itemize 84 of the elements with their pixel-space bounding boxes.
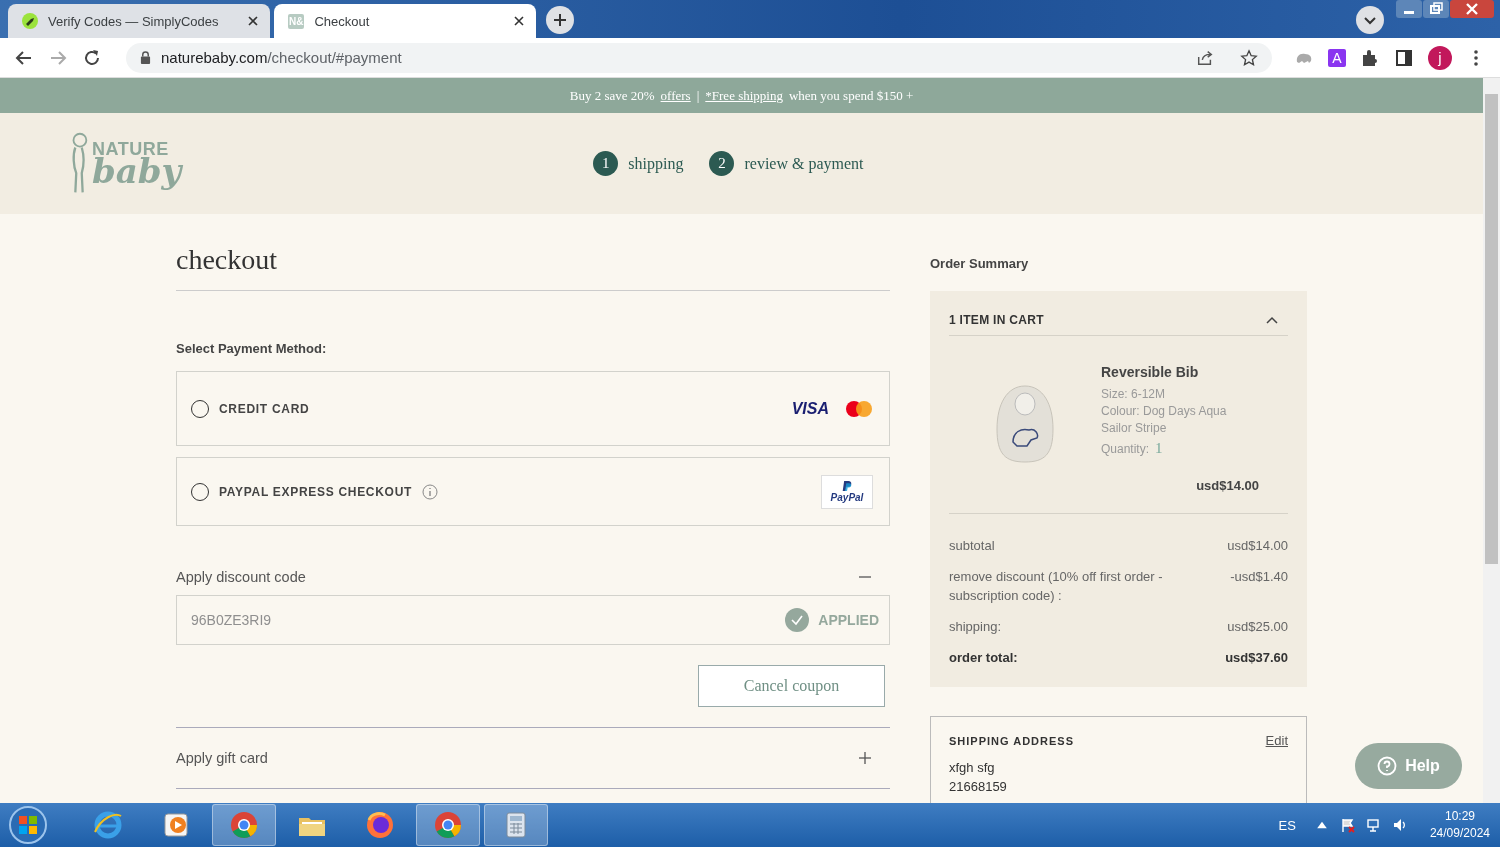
play-icon: [161, 810, 191, 840]
letter-e-icon: [93, 810, 123, 840]
promo-text: when you spend $150 +: [788, 87, 914, 104]
field-value: 96B0ZE3RI9: [191, 612, 272, 628]
quantity-value: 1: [1155, 440, 1163, 457]
date-text: 24/09/2024: [1429, 825, 1490, 842]
discount-code-field[interactable]: 96B0ZE3RI9 APPLIED: [176, 595, 890, 645]
cart-header: 1 ITEM IN CART: [949, 313, 1044, 327]
firefox-icon: [365, 810, 395, 840]
address-line: xfgh sfg: [949, 759, 996, 777]
total-label: order total:: [949, 649, 1018, 667]
chevron-up-icon[interactable]: [1266, 316, 1278, 324]
total-label: subtotal: [949, 537, 995, 555]
step-number: 1: [593, 151, 619, 176]
extension-icon[interactable]: A: [1328, 48, 1346, 67]
volume-icon[interactable]: [1391, 817, 1408, 833]
reload-icon[interactable]: [82, 47, 102, 68]
section-label: Select Payment Method:: [176, 341, 328, 356]
step-label: review & payment: [744, 154, 864, 173]
tab-title: Checkout: [314, 13, 371, 29]
tag-icon: [22, 13, 38, 29]
tab-title: Verify Codes — SimplyCodes: [48, 13, 220, 29]
separator: |: [696, 87, 700, 104]
total-label: shipping:: [949, 618, 1002, 636]
time-text: 10:29: [1444, 808, 1475, 825]
payment-option[interactable]: PAYPAL EXPRESS CHECKOUT PayPal: [176, 457, 890, 526]
scrollbar[interactable]: [1483, 78, 1500, 803]
profile-avatar[interactable]: j: [1428, 45, 1452, 70]
new-tab-icon[interactable]: [546, 6, 574, 34]
browser-tab[interactable]: Verify Codes — SimplyCodes: [8, 4, 270, 38]
side-panel-icon[interactable]: [1394, 47, 1414, 68]
address-bar[interactable]: naturebaby.com/checkout/#payment: [126, 42, 1272, 73]
status-label: APPLIED: [818, 612, 879, 628]
payment-label: CREDIT CARD: [219, 401, 310, 416]
address-line: 21668159: [949, 778, 1008, 796]
lock-icon: [140, 51, 151, 64]
question-icon: [1377, 756, 1398, 776]
product-name: Reversible Bib: [1101, 364, 1200, 380]
browser-tab[interactable]: N& Checkout: [274, 4, 536, 38]
item-price: usd$14.00: [1195, 478, 1259, 493]
card-logo: VISA: [791, 399, 829, 418]
network-icon[interactable]: [1365, 817, 1382, 833]
puzzle-icon[interactable]: [1360, 47, 1380, 68]
step-label: shipping: [628, 154, 684, 173]
clock[interactable]: 10:29 24/09/2024: [1429, 808, 1490, 842]
address-title: SHIPPING ADDRESS: [949, 734, 1074, 747]
edit-link[interactable]: Edit: [1265, 733, 1288, 748]
accordion-label[interactable]: Apply discount code: [176, 569, 306, 585]
promo-text: Buy 2 save 20%: [569, 87, 655, 104]
language-indicator[interactable]: ES: [1278, 817, 1296, 833]
url-text: naturebaby.com/checkout/#payment: [161, 49, 402, 66]
summary-title: Order Summary: [930, 256, 1030, 271]
flag-icon[interactable]: [1339, 817, 1356, 833]
product-detail: Colour: Dog Days Aqua Sailor Stripe: [1101, 403, 1228, 437]
accordion-label[interactable]: Apply gift card: [176, 750, 268, 766]
total-value: -usd$1.40: [1230, 568, 1288, 586]
taskbar-app[interactable]: [484, 804, 548, 846]
plus-icon[interactable]: [858, 751, 872, 765]
payment-option[interactable]: CREDIT CARD VISA: [176, 371, 890, 446]
badge-text: PayPal: [830, 492, 864, 503]
payment-label: PAYPAL EXPRESS CHECKOUT: [219, 484, 413, 499]
page-title: checkout: [176, 244, 890, 291]
chevron-down-icon[interactable]: [1356, 6, 1384, 34]
star-icon[interactable]: [1240, 48, 1258, 67]
quantity-label: Quantity:: [1101, 441, 1150, 458]
total-value: usd$25.00: [1227, 618, 1288, 636]
overlapping-circles-icon: [845, 399, 873, 418]
start-button[interactable]: [8, 805, 48, 845]
checkmark-icon: [785, 608, 810, 632]
product-detail: Size: 6-12M: [1101, 386, 1167, 403]
total-label: remove discount (10% off first order - subscription code) :: [949, 568, 1164, 605]
close-icon[interactable]: [248, 16, 258, 26]
chrome-icon: [229, 810, 259, 840]
total-value: usd$37.60: [1225, 649, 1288, 667]
close-icon[interactable]: [514, 16, 524, 26]
total-value: usd$14.00: [1227, 537, 1288, 555]
site-favicon: N&: [288, 13, 305, 29]
share-icon[interactable]: [1196, 48, 1214, 67]
step-number: 2: [709, 151, 735, 176]
minimize-icon[interactable]: [1396, 0, 1422, 18]
cancel-coupon-button[interactable]: Cancel coupon: [698, 665, 885, 707]
restore-icon[interactable]: [1423, 0, 1449, 18]
chrome-icon: [433, 810, 463, 840]
letter-p-icon: [842, 480, 852, 492]
